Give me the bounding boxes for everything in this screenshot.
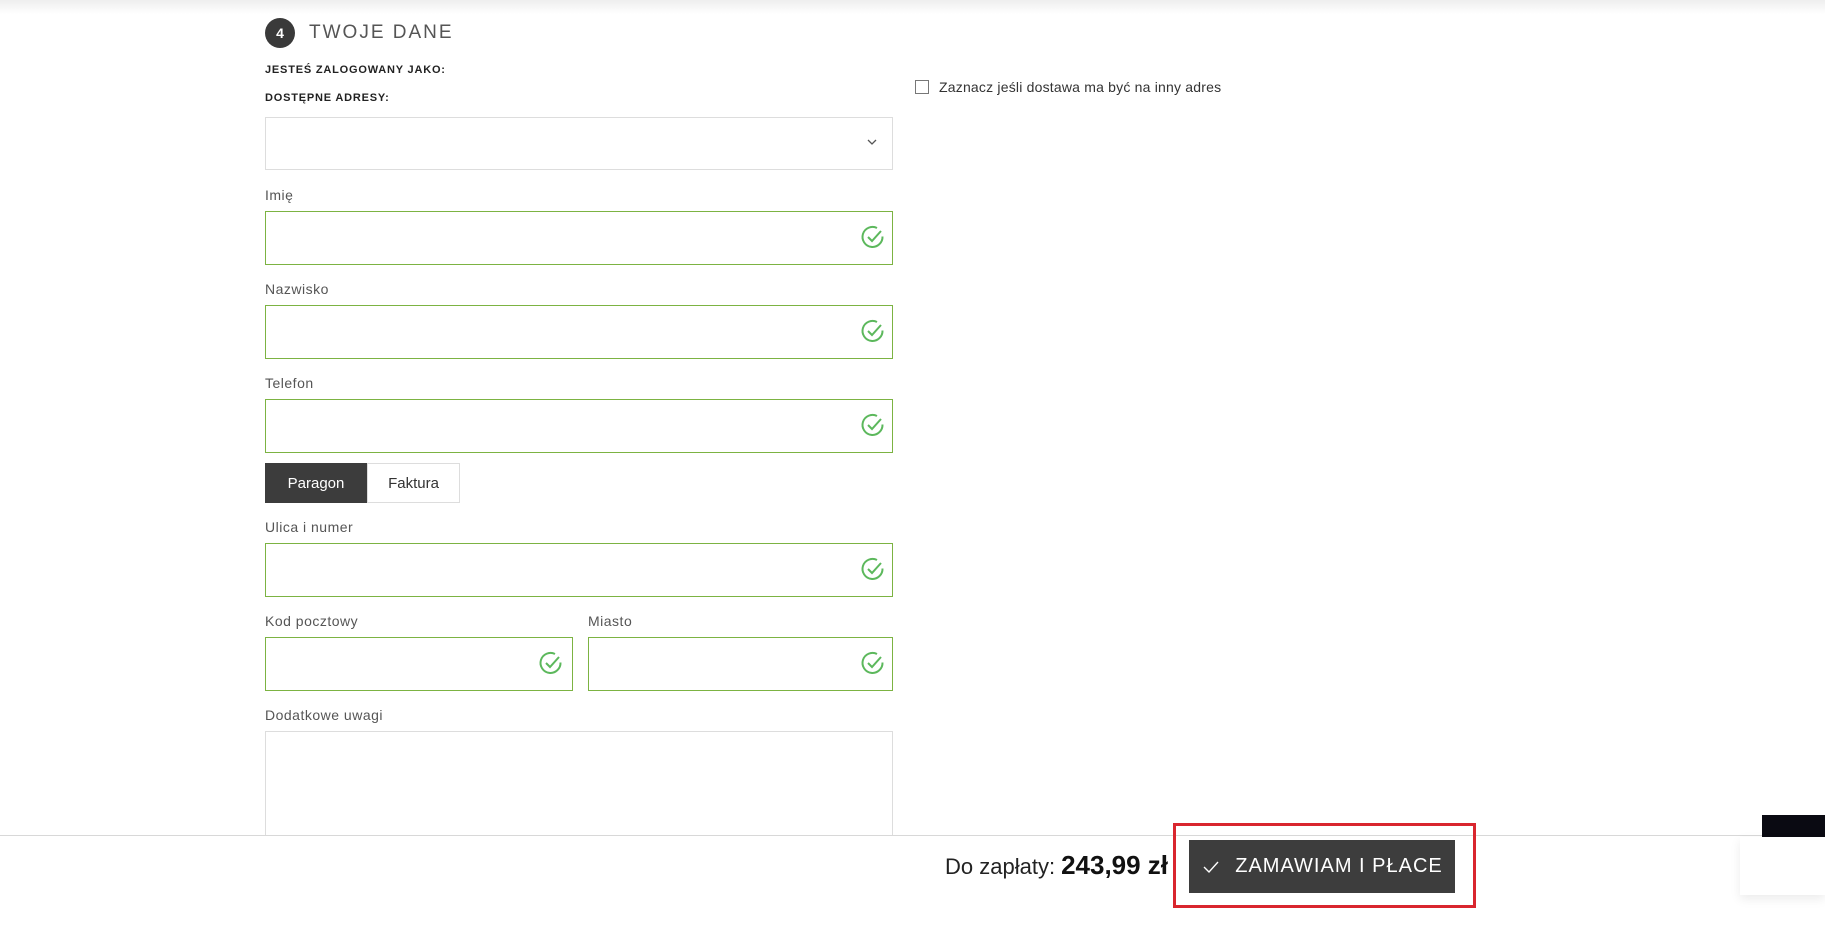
- city-input[interactable]: [588, 637, 893, 691]
- chevron-down-icon: [867, 139, 877, 145]
- side-widget-tab[interactable]: [1762, 815, 1825, 837]
- notes-textarea[interactable]: [265, 731, 893, 841]
- total-summary: Do zapłaty: 243,99 zł: [945, 850, 1168, 881]
- place-order-button[interactable]: ZAMAWIAM I PŁACE: [1189, 840, 1455, 893]
- section-header: 4 TWOJE DANE: [265, 18, 454, 48]
- checkout-bar: [0, 835, 1825, 925]
- last-name-input[interactable]: [265, 305, 893, 359]
- top-shade: [0, 0, 1825, 14]
- first-name-label: Imię: [265, 187, 294, 203]
- phone-label: Telefon: [265, 375, 314, 391]
- check-circle-icon: [539, 651, 562, 674]
- first-name-input[interactable]: [265, 211, 893, 265]
- alt-delivery-label[interactable]: Zaznacz jeśli dostawa ma być na inny adr…: [939, 79, 1221, 95]
- notes-label: Dodatkowe uwagi: [265, 707, 384, 723]
- last-name-label: Nazwisko: [265, 281, 329, 297]
- city-label: Miasto: [588, 613, 633, 629]
- addresses-label: DOSTĘPNE ADRESY:: [265, 92, 390, 104]
- alt-delivery-checkbox[interactable]: [915, 80, 929, 94]
- alt-delivery-option[interactable]: Zaznacz jeśli dostawa ma być na inny adr…: [915, 79, 1221, 95]
- total-label: Do zapłaty:: [945, 854, 1056, 879]
- phone-input[interactable]: [265, 399, 893, 453]
- postal-code-label: Kod pocztowy: [265, 613, 359, 629]
- step-number: 4: [265, 18, 295, 48]
- place-order-label: ZAMAWIAM I PŁACE: [1235, 855, 1443, 877]
- side-widget-card: [1740, 837, 1825, 895]
- check-circle-icon: [861, 413, 884, 436]
- total-amount: 243,99 zł: [1061, 850, 1169, 880]
- street-label: Ulica i numer: [265, 519, 354, 535]
- receipt-toggle-button[interactable]: Paragon: [265, 463, 367, 503]
- invoice-toggle-button[interactable]: Faktura: [367, 463, 460, 503]
- check-circle-icon: [861, 651, 884, 674]
- section-title: TWOJE DANE: [309, 22, 454, 43]
- logged-in-label: JESTEŚ ZALOGOWANY JAKO:: [265, 64, 446, 76]
- check-circle-icon: [861, 225, 884, 248]
- address-select[interactable]: [265, 117, 893, 170]
- street-input[interactable]: [265, 543, 893, 597]
- postal-code-input[interactable]: [265, 637, 573, 691]
- check-icon: [1203, 861, 1219, 873]
- check-circle-icon: [861, 319, 884, 342]
- check-circle-icon: [861, 557, 884, 580]
